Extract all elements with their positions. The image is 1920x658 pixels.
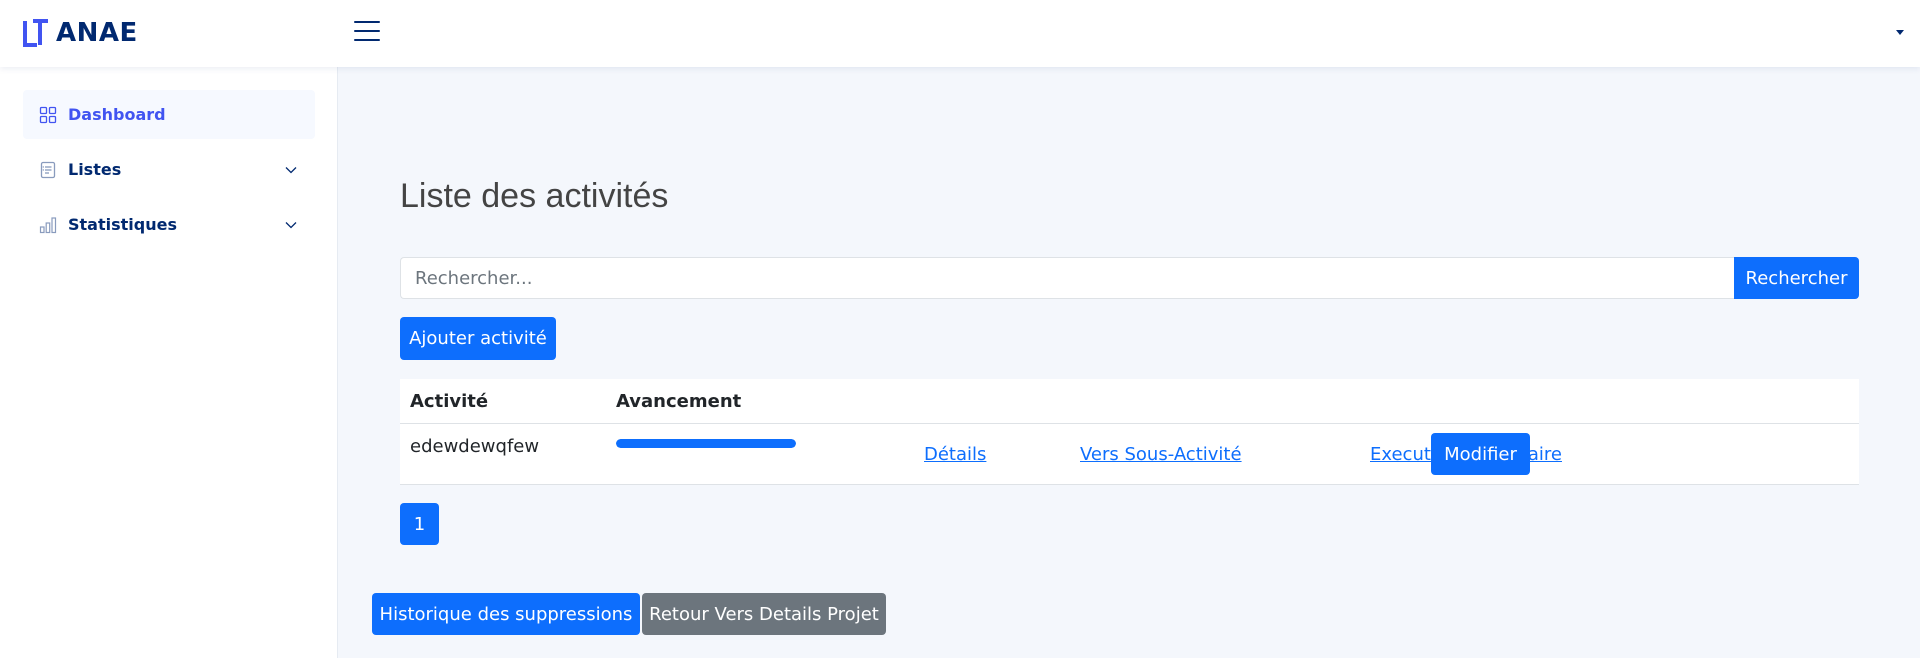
deletion-history-button[interactable]: Historique des suppressions xyxy=(372,593,640,635)
search-button[interactable]: Rechercher xyxy=(1734,257,1859,299)
logo-icon xyxy=(23,19,48,47)
column-header-avancement: Avancement xyxy=(616,391,742,412)
chevron-down-icon[interactable] xyxy=(285,164,297,176)
sidebar-item-label: Dashboard xyxy=(68,105,166,124)
activity-name: edewdewqfew xyxy=(410,436,540,457)
sidebar-item-label: Listes xyxy=(68,160,122,179)
table-row: edewdewqfew Détails Vers Sous-Activité E… xyxy=(400,424,1859,485)
list-document-icon xyxy=(40,161,56,178)
brand-name: ANAE xyxy=(56,18,138,48)
sidebar-item-label: Statistiques xyxy=(68,215,177,234)
hamburger-icon[interactable] xyxy=(354,21,380,43)
sidebar: Dashboard Listes Statistiques xyxy=(0,67,338,658)
search-input[interactable] xyxy=(400,257,1734,299)
pagination-page-button[interactable]: 1 xyxy=(400,503,439,545)
details-link[interactable]: Détails xyxy=(924,444,986,465)
caret-down-icon[interactable] xyxy=(1896,30,1904,35)
chevron-down-icon[interactable] xyxy=(285,219,297,231)
main-content: Liste des activités Rechercher Ajouter a… xyxy=(338,67,1920,658)
grid-icon xyxy=(39,106,57,123)
progress-bar xyxy=(616,439,796,448)
brand-logo[interactable]: ANAE xyxy=(23,18,138,48)
sub-activity-link[interactable]: Vers Sous-Activité xyxy=(1080,444,1242,465)
progress-bar-fill xyxy=(616,439,796,448)
activities-table: Activité Avancement edewdewqfew Détails … xyxy=(400,379,1859,485)
sidebar-item-statistiques[interactable]: Statistiques xyxy=(23,200,315,249)
back-to-project-button[interactable]: Retour Vers Details Projet xyxy=(642,593,886,635)
column-header-activite: Activité xyxy=(410,391,489,412)
edit-button[interactable]: Modifier xyxy=(1431,433,1530,475)
sidebar-item-dashboard[interactable]: Dashboard xyxy=(23,90,315,139)
add-activity-button[interactable]: Ajouter activité xyxy=(400,317,556,360)
top-header: ANAE xyxy=(0,0,1920,67)
search-bar: Rechercher xyxy=(400,257,1859,299)
table-header: Activité Avancement xyxy=(400,379,1859,424)
page-title: Liste des activités xyxy=(400,177,669,215)
bar-chart-icon xyxy=(39,216,57,233)
sidebar-item-listes[interactable]: Listes xyxy=(23,145,315,194)
